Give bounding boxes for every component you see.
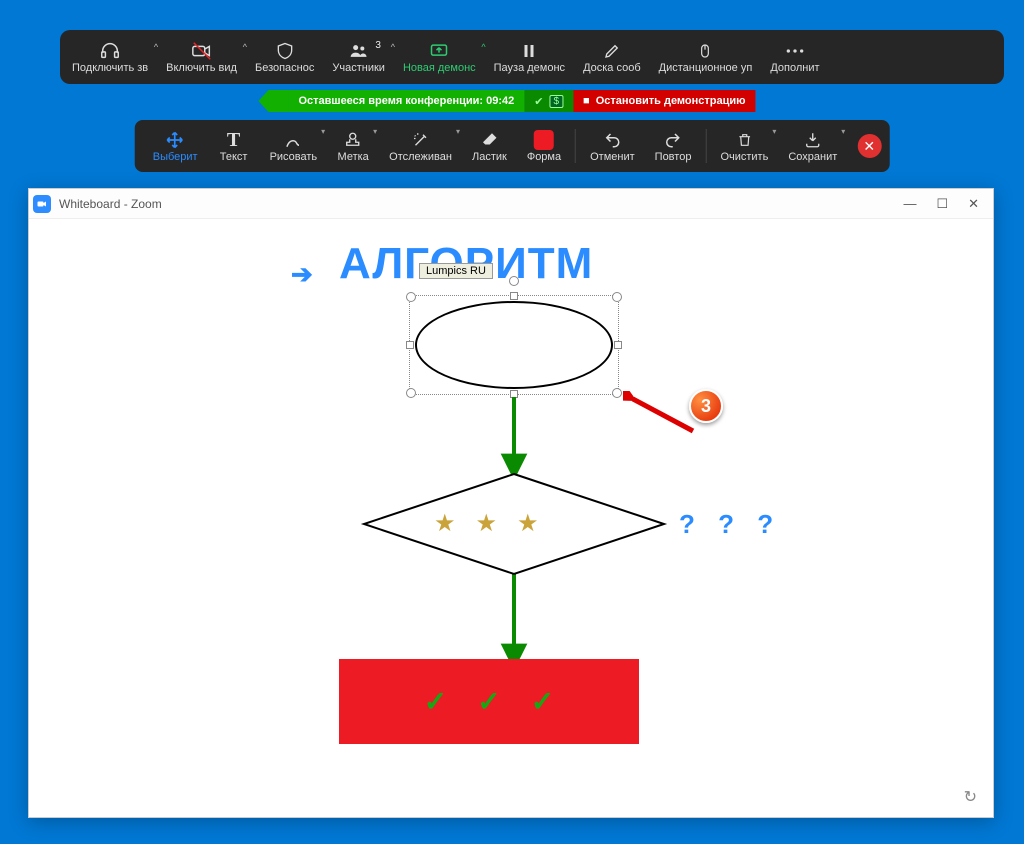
share-screen-icon	[428, 40, 450, 62]
maximize-button[interactable]: ☐	[936, 196, 948, 212]
whiteboard-window: Whiteboard - Zoom — ☐ ✕ ➔ АЛГОРИТМ Lumpi…	[28, 188, 994, 818]
remote-control-button[interactable]: Дистанционное уп	[651, 40, 761, 74]
pause-icon	[520, 40, 538, 62]
more-button[interactable]: Дополнит	[762, 40, 827, 74]
more-icon	[785, 40, 805, 62]
label: Пауза демонс	[494, 62, 565, 74]
close-toolbar-button[interactable]: ✕	[857, 134, 881, 158]
share-indicator-icon: ↻	[964, 787, 977, 807]
label: Подключить зв	[72, 62, 148, 74]
headphones-icon	[99, 40, 121, 62]
text-icon: T	[227, 129, 240, 151]
label: Сохранит	[788, 151, 837, 163]
draw-icon	[284, 129, 302, 151]
annotate-button[interactable]: Доска сооб	[575, 40, 649, 74]
shield-check-icon: ✔	[534, 95, 543, 108]
tool-stamp[interactable]: Метка ▾	[327, 124, 379, 168]
share-status-banner: Оставшееся время конференции: 09:42 ✔ $ …	[268, 90, 755, 112]
new-share-button[interactable]: Новая демонс ^	[395, 40, 484, 74]
star-icon: ★	[476, 509, 498, 538]
undo-icon	[602, 129, 622, 151]
close-icon: ✕	[863, 138, 875, 155]
eraser-icon	[480, 129, 498, 151]
label: Метка	[338, 151, 369, 163]
tool-text[interactable]: T Текст	[208, 124, 260, 168]
chevron-down-icon: ▾	[321, 127, 325, 136]
tool-undo[interactable]: Отменит	[580, 124, 645, 168]
label: Повтор	[655, 151, 692, 163]
tool-draw[interactable]: Рисовать ▾	[260, 124, 328, 168]
annotation-toolbar: Выберит T Текст Рисовать ▾ Метка ▾ Отсле…	[135, 120, 890, 172]
star-icon: ★	[434, 509, 456, 538]
minimize-button[interactable]: —	[903, 196, 916, 212]
join-audio-button[interactable]: Подключить зв ^	[64, 40, 156, 74]
question-marks: ? ? ?	[679, 509, 781, 540]
start-video-button[interactable]: Включить вид ^	[158, 40, 245, 74]
window-title: Whiteboard - Zoom	[59, 197, 162, 211]
chevron-down-icon: ▾	[841, 127, 845, 136]
label: Выберит	[153, 151, 198, 163]
label: Отслеживан	[389, 151, 452, 163]
tool-save[interactable]: Сохранит ▾	[778, 124, 847, 168]
label: Участники	[332, 62, 385, 74]
label: Доска сооб	[583, 62, 641, 74]
participants-icon	[348, 40, 370, 62]
label: Текст	[220, 151, 248, 163]
tool-eraser[interactable]: Ластик	[462, 124, 517, 168]
stop-share-button[interactable]: ■Остановить демонстрацию	[573, 90, 756, 112]
label: Новая демонс	[403, 62, 476, 74]
tool-select[interactable]: Выберит	[143, 124, 208, 168]
time-remaining: Оставшееся время конференции: 09:42	[288, 90, 524, 112]
chevron-down-icon: ▾	[373, 127, 377, 136]
meeting-control-bar: Подключить зв ^ Включить вид ^ Безопасно…	[60, 30, 1004, 84]
mouse-icon	[697, 40, 713, 62]
zoom-logo-icon	[33, 195, 51, 213]
chevron-down-icon: ▾	[772, 127, 776, 136]
divider	[575, 129, 576, 163]
tool-clear[interactable]: Очистить ▾	[710, 124, 778, 168]
star-icon: ★	[517, 509, 539, 538]
label: Включить вид	[166, 62, 237, 74]
format-color-icon	[534, 129, 554, 151]
whiteboard-canvas[interactable]: ➔ АЛГОРИТМ Lumpics RU	[29, 219, 993, 817]
label: Безопаснос	[255, 62, 314, 74]
pause-share-button[interactable]: Пауза демонс	[486, 40, 573, 74]
tool-redo[interactable]: Повтор	[645, 124, 702, 168]
banner-badges: ✔ $	[524, 90, 573, 112]
check-icon: ✓	[477, 685, 500, 718]
redo-icon	[663, 129, 683, 151]
close-button[interactable]: ✕	[968, 196, 979, 212]
check-icon: ✓	[531, 685, 554, 718]
red-result-box: ✓ ✓ ✓	[339, 659, 639, 744]
label: Ластик	[472, 151, 507, 163]
move-icon	[165, 129, 185, 151]
money-badge: $	[549, 95, 563, 108]
security-button[interactable]: Безопаснос	[247, 40, 322, 74]
participants-button[interactable]: 3 Участники ^	[324, 40, 393, 74]
pencil-icon	[603, 40, 621, 62]
title-bar: Whiteboard - Zoom — ☐ ✕	[29, 189, 993, 219]
chevron-down-icon: ▾	[456, 127, 460, 136]
banner-arrow-icon	[268, 90, 288, 112]
label: Дистанционное уп	[659, 62, 753, 74]
save-icon	[804, 129, 822, 151]
check-icon: ✓	[424, 685, 447, 718]
video-off-icon	[191, 40, 213, 62]
label: Дополнит	[770, 62, 819, 74]
wand-icon	[412, 129, 430, 151]
tool-format[interactable]: Форма	[517, 124, 571, 168]
divider	[705, 129, 706, 163]
trash-icon	[736, 129, 752, 151]
stamp-icon	[344, 129, 362, 151]
step-badge: 3	[689, 389, 723, 423]
participants-count: 3	[375, 40, 381, 51]
shield-icon	[275, 40, 295, 62]
tool-spotlight[interactable]: Отслеживан ▾	[379, 124, 462, 168]
label: Отменит	[590, 151, 635, 163]
label: Очистить	[720, 151, 768, 163]
label: Рисовать	[270, 151, 318, 163]
label: Форма	[527, 151, 561, 163]
stars-row: ★ ★ ★	[434, 509, 539, 538]
